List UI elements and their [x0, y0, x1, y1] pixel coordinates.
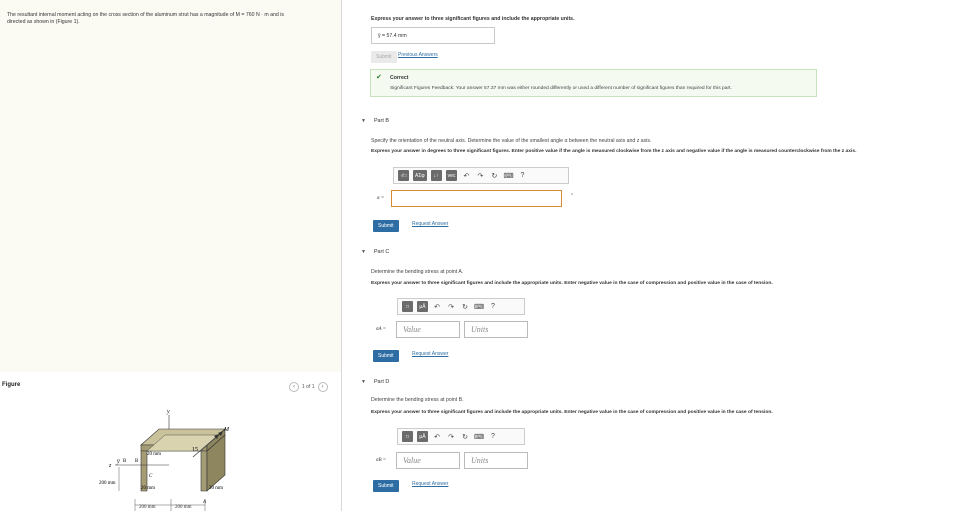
template-button[interactable]: □ — [402, 301, 413, 312]
part-b-math-toolbar: √□ AΣφ ↓↑ vec ↶ ↷ ↻ ⌨ ? — [393, 167, 569, 184]
units-button[interactable]: μÅ — [417, 431, 428, 442]
part-b-header[interactable]: ▼ Part B — [361, 118, 389, 124]
part-d-request-answer-link[interactable]: Request Answer — [412, 481, 448, 487]
reset-icon[interactable]: ↻ — [489, 172, 499, 180]
dim-200mm-right: 200 mm — [175, 505, 192, 510]
next-figure-icon[interactable]: › — [317, 382, 328, 392]
part-d-value-input[interactable]: Value — [396, 452, 460, 469]
undo-icon[interactable]: ↶ — [432, 303, 442, 311]
redo-icon[interactable]: ↷ — [446, 303, 456, 311]
problem-line-2: directed as shown in (Figure 1). — [7, 19, 80, 25]
problem-area — [0, 0, 342, 372]
correct-title: Correct — [390, 75, 409, 81]
part-a-previous-answers-link[interactable]: Previous Answers — [398, 52, 438, 58]
alpha-symbol: α = — [377, 196, 385, 201]
part-b-question: Specify the orientation of the neutral a… — [371, 138, 652, 144]
dim-20mm-right: 20 mm — [209, 486, 223, 491]
part-c-header[interactable]: ▼ Part C — [361, 249, 389, 255]
units-button[interactable]: μÅ — [417, 301, 428, 312]
part-d-submit-button[interactable]: Submit — [373, 480, 399, 492]
part-d-title: Part D — [373, 379, 390, 385]
dim-20mm-left: 20 mm — [141, 486, 155, 491]
z-axis-label: z — [108, 463, 112, 469]
part-b-instruction: Express your answer in degrees to three … — [371, 149, 857, 154]
check-icon: ✔ — [376, 74, 382, 81]
collapse-triangle-icon: ▼ — [361, 118, 366, 124]
part-b-answer-input[interactable] — [391, 190, 562, 207]
part-c-units-input[interactable]: Units — [464, 321, 528, 338]
dim-200mm-height: 200 mm — [99, 481, 116, 486]
reset-icon[interactable]: ↻ — [460, 433, 470, 441]
template-button[interactable]: □ — [402, 431, 413, 442]
left-panel: The resultant internal moment acting on … — [0, 0, 342, 511]
problem-line-1: The resultant internal moment acting on … — [7, 12, 284, 18]
point-c-label: C — [149, 474, 153, 479]
degree-unit: ° — [571, 193, 573, 199]
help-icon[interactable]: ? — [488, 303, 498, 310]
part-b-title: Part B — [373, 118, 389, 124]
part-d-question: Determine the bending stress at point B. — [371, 397, 464, 403]
arrows-button[interactable]: ↓↑ — [430, 170, 442, 181]
template-button[interactable]: √□ — [398, 170, 409, 181]
part-d-header[interactable]: ▼ Part D — [361, 379, 389, 385]
part-b-request-answer-link[interactable]: Request Answer — [412, 221, 448, 227]
keyboard-icon[interactable]: ⌨ — [474, 433, 484, 441]
dim-20mm-top: 20 mm — [147, 452, 161, 457]
prev-figure-icon[interactable]: ‹ — [289, 382, 299, 392]
figure-pager: ‹ 1 of 1 › — [289, 382, 328, 392]
part-c-math-toolbar: □ μÅ ↶ ↷ ↻ ⌨ ? — [397, 298, 525, 315]
part-c-request-answer-link[interactable]: Request Answer — [412, 351, 448, 357]
part-c-value-input[interactable]: Value — [396, 321, 460, 338]
part-c-title: Part C — [373, 249, 390, 255]
strut-figure: y M 15 z y̅ B B C A 20 mm 200 mm 20 mm 2… — [99, 409, 230, 511]
undo-icon[interactable]: ↶ — [461, 172, 471, 180]
help-icon[interactable]: ? — [517, 172, 527, 179]
dim-200mm-left: 200 mm — [139, 505, 156, 510]
moment-label: M — [223, 427, 230, 433]
vec-button[interactable]: vec — [445, 170, 458, 181]
point-a-label: A — [202, 500, 207, 505]
point-b-label: B — [123, 459, 127, 464]
part-d-units-input[interactable]: Units — [464, 452, 528, 469]
figure-label: Figure — [2, 382, 21, 388]
part-a-instruction: Express your answer to three significant… — [371, 16, 575, 22]
part-b-submit-button[interactable]: Submit — [373, 220, 399, 232]
point-b2: B — [135, 459, 139, 464]
part-a-answer-field[interactable]: ȳ = 57.4 mm — [371, 27, 495, 44]
part-c-instruction: Express your answer to three significant… — [371, 281, 773, 286]
part-d-math-toolbar: □ μÅ ↶ ↷ ↻ ⌨ ? — [397, 428, 525, 445]
part-c-question: Determine the bending stress at point A. — [371, 269, 464, 275]
y-axis-label: y — [166, 409, 170, 415]
help-icon[interactable]: ? — [488, 433, 498, 440]
redo-icon[interactable]: ↷ — [475, 172, 485, 180]
reset-icon[interactable]: ↻ — [460, 303, 470, 311]
part-a-submit-button[interactable]: Submit — [371, 51, 397, 63]
keyboard-icon[interactable]: ⌨ — [503, 172, 513, 180]
greek-symbols-button[interactable]: AΣφ — [413, 170, 427, 181]
figure-page-count: 1 of 1 — [302, 384, 315, 390]
sigma-a-symbol: σA = — [376, 327, 387, 332]
part-c-submit-button[interactable]: Submit — [373, 350, 399, 362]
ybar-label: y̅ — [116, 459, 120, 465]
problem-statement: The resultant internal moment acting on … — [7, 12, 337, 26]
sig-fig-feedback: Significant Figures Feedback: Your answe… — [390, 86, 732, 91]
undo-icon[interactable]: ↶ — [432, 433, 442, 441]
part-a-correct-feedback: ✔ Correct Significant Figures Feedback: … — [370, 69, 817, 97]
collapse-triangle-icon: ▼ — [361, 249, 366, 255]
part-d-instruction: Express your answer to three significant… — [371, 410, 773, 415]
redo-icon[interactable]: ↷ — [446, 433, 456, 441]
panel-divider — [341, 0, 342, 511]
sigma-b-symbol: σB = — [376, 458, 387, 463]
angle-label: 15 — [192, 447, 198, 453]
collapse-triangle-icon: ▼ — [361, 379, 366, 385]
keyboard-icon[interactable]: ⌨ — [474, 303, 484, 311]
